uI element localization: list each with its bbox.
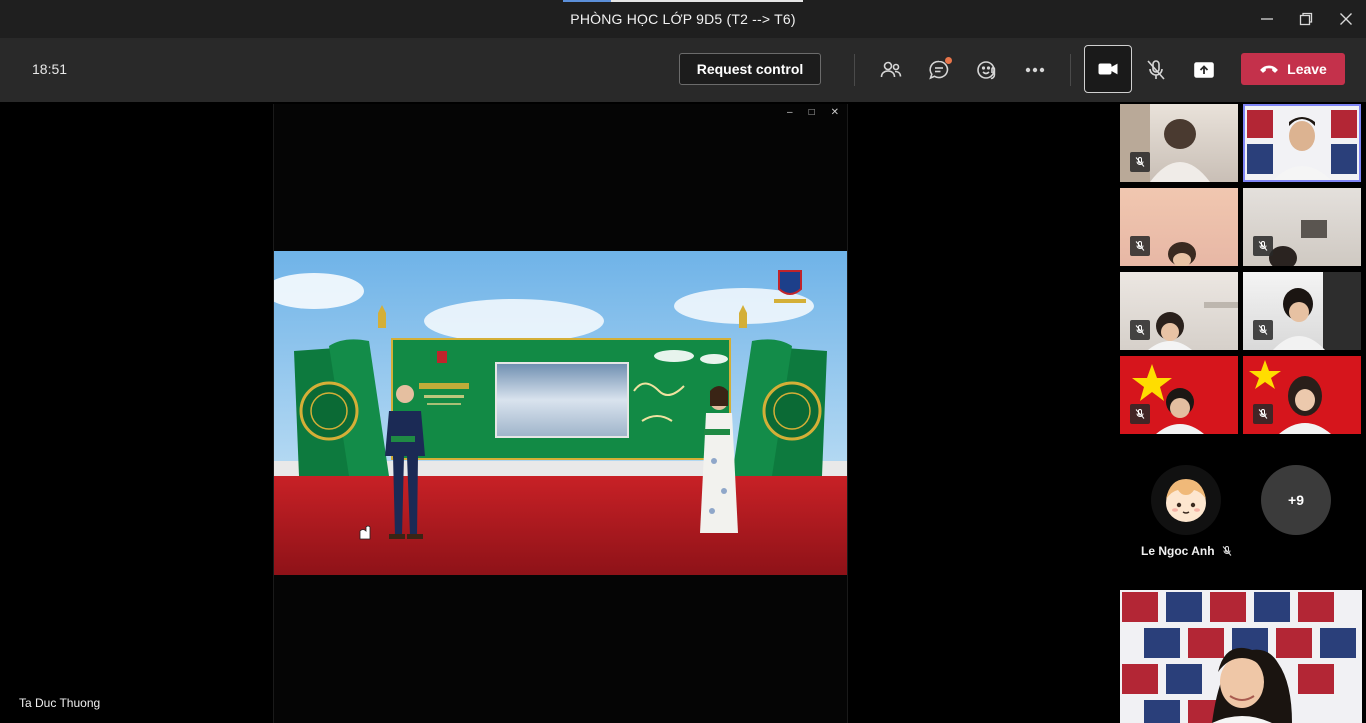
opening-ceremony-scene-image bbox=[274, 251, 847, 575]
minimize-icon bbox=[1261, 18, 1273, 20]
camera-icon bbox=[1098, 63, 1118, 75]
muted-mic-indicator bbox=[1253, 320, 1273, 340]
title-bar: PHÒNG HỌC LỚP 9D5 (T2 --> T6) bbox=[0, 0, 1366, 38]
self-view-video bbox=[1120, 590, 1362, 723]
participant-video bbox=[1243, 104, 1361, 182]
hang-up-icon bbox=[1260, 65, 1279, 73]
share-content-button[interactable] bbox=[1186, 52, 1222, 88]
participant-tile[interactable] bbox=[1243, 272, 1361, 350]
muted-mic-indicator bbox=[1253, 236, 1273, 256]
mic-off-icon bbox=[1135, 409, 1145, 419]
shared-maximize-icon: □ bbox=[808, 107, 815, 118]
mic-toggle-button[interactable] bbox=[1138, 52, 1174, 88]
more-actions-button[interactable] bbox=[1017, 52, 1053, 88]
participant-tile[interactable] bbox=[1120, 356, 1238, 434]
meeting-toolbar: 18:51 Request control Leave bbox=[0, 38, 1366, 102]
mic-off-icon bbox=[1147, 60, 1165, 80]
request-control-button[interactable]: Request control bbox=[679, 53, 821, 85]
window-title: PHÒNG HỌC LỚP 9D5 (T2 --> T6) bbox=[570, 11, 796, 27]
chat-notification-dot bbox=[945, 57, 952, 64]
meeting-clock: 18:51 bbox=[32, 61, 68, 77]
mic-off-icon bbox=[1258, 325, 1268, 335]
participant-tile[interactable] bbox=[1243, 356, 1361, 434]
people-icon bbox=[880, 61, 902, 78]
participant-tile[interactable] bbox=[1120, 272, 1238, 350]
participant-name: Le Ngoc Anh bbox=[1141, 544, 1215, 558]
restore-icon bbox=[1299, 12, 1313, 26]
reactions-button[interactable] bbox=[969, 52, 1005, 88]
muted-mic-indicator bbox=[1130, 320, 1150, 340]
title-bar-accent-blue bbox=[563, 0, 611, 2]
close-window-button[interactable] bbox=[1334, 8, 1358, 30]
camera-toggle-button[interactable] bbox=[1084, 45, 1132, 93]
muted-mic-indicator bbox=[1130, 404, 1150, 424]
toolbar-separator bbox=[1070, 54, 1071, 86]
participant-name-row: Le Ngoc Anh bbox=[1141, 544, 1233, 558]
shared-close-icon: ✕ bbox=[830, 107, 839, 118]
more-participants-button[interactable]: +9 bbox=[1261, 465, 1331, 535]
mic-off-icon bbox=[1222, 546, 1231, 556]
shared-video bbox=[274, 251, 847, 575]
share-screen-icon bbox=[1194, 62, 1214, 78]
participant-avatar[interactable] bbox=[1151, 465, 1221, 535]
muted-mic-indicator bbox=[1130, 152, 1150, 172]
restore-button[interactable] bbox=[1294, 8, 1318, 30]
shared-window-controls: – □ ✕ bbox=[787, 107, 839, 118]
participant-tile[interactable] bbox=[1120, 188, 1238, 266]
shared-screen-frame[interactable]: – □ ✕ bbox=[273, 104, 848, 723]
leave-button[interactable]: Leave bbox=[1241, 53, 1345, 85]
mic-off-icon bbox=[1258, 241, 1268, 251]
presenter-name: Ta Duc Thuong bbox=[19, 696, 101, 710]
main-stage: – □ ✕ Ta Duc Thuong bbox=[6, 104, 1114, 723]
mic-off-icon bbox=[1135, 241, 1145, 251]
participant-tile[interactable] bbox=[1243, 188, 1361, 266]
mic-off-icon bbox=[1135, 325, 1145, 335]
more-icon bbox=[1025, 67, 1045, 73]
mic-off-icon bbox=[1258, 409, 1268, 419]
participant-tile-active-speaker[interactable] bbox=[1243, 104, 1361, 182]
self-view-tile[interactable] bbox=[1120, 590, 1362, 723]
minimize-button[interactable] bbox=[1255, 8, 1279, 30]
leave-label: Leave bbox=[1287, 61, 1327, 77]
raise-hand-icon bbox=[977, 61, 996, 80]
participant-tile[interactable] bbox=[1120, 104, 1238, 182]
muted-mic-indicator bbox=[1130, 236, 1150, 256]
toolbar-separator bbox=[854, 54, 855, 86]
chat-button[interactable] bbox=[921, 52, 957, 88]
muted-mic-indicator bbox=[1253, 404, 1273, 424]
participants-button[interactable] bbox=[873, 52, 909, 88]
close-icon bbox=[1340, 13, 1352, 25]
shared-minimize-icon: – bbox=[787, 107, 793, 118]
mic-off-icon bbox=[1135, 157, 1145, 167]
cartoon-boy-avatar-icon bbox=[1166, 479, 1206, 522]
